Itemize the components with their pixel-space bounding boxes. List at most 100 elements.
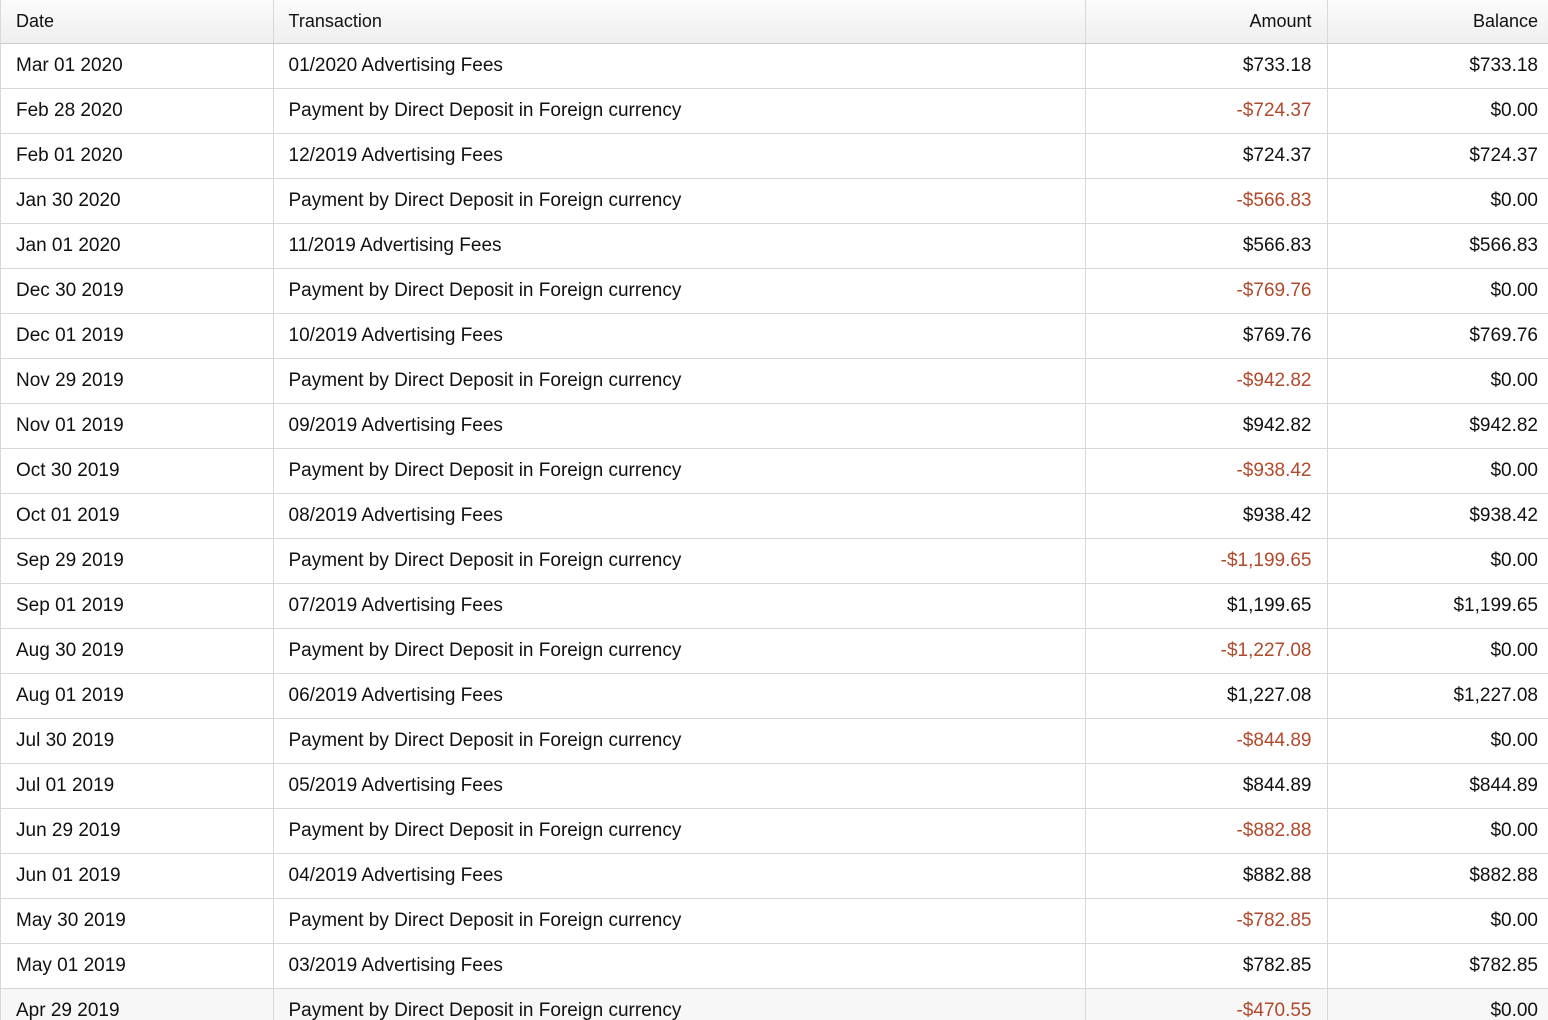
- date-cell: Jun 01 2019: [1, 853, 274, 899]
- balance-cell: $938.42: [1327, 493, 1548, 539]
- amount-cell: -$1,227.08: [1085, 628, 1328, 674]
- column-header-balance[interactable]: Balance: [1327, 0, 1548, 44]
- date-cell: Jun 29 2019: [1, 808, 274, 854]
- balance-cell: $844.89: [1327, 763, 1548, 809]
- amount-cell: -$724.37: [1085, 88, 1328, 134]
- date-cell: Dec 01 2019: [1, 313, 274, 359]
- transaction-cell: Payment by Direct Deposit in Foreign cur…: [273, 718, 1086, 764]
- balance-cell: $0.00: [1327, 88, 1548, 134]
- amount-cell: -$882.88: [1085, 808, 1328, 854]
- balance-cell: $0.00: [1327, 448, 1548, 494]
- date-cell: May 01 2019: [1, 943, 274, 989]
- date-cell: Oct 30 2019: [1, 448, 274, 494]
- table-row: Sep 01 2019 07/2019 Advertising Fees $1,19…: [1, 583, 1548, 629]
- amount-cell: $566.83: [1085, 223, 1328, 269]
- balance-cell: $882.88: [1327, 853, 1548, 899]
- balance-cell: $0.00: [1327, 898, 1548, 944]
- amount-cell: -$782.85: [1085, 898, 1328, 944]
- amount-cell: -$844.89: [1085, 718, 1328, 764]
- transaction-cell: Payment by Direct Deposit in Foreign cur…: [273, 808, 1086, 854]
- balance-cell: $1,227.08: [1327, 673, 1548, 719]
- date-cell: Jul 01 2019: [1, 763, 274, 809]
- date-cell: Jul 30 2019: [1, 718, 274, 764]
- amount-cell: $1,227.08: [1085, 673, 1328, 719]
- table-row: Feb 01 2020 12/2019 Advertising Fees $724.…: [1, 133, 1548, 179]
- table-row: Jul 01 2019 05/2019 Advertising Fees $844.…: [1, 763, 1548, 809]
- date-cell: Mar 01 2020: [1, 43, 274, 89]
- table-row: Jul 30 2019 Payment by Direct Deposit in …: [1, 718, 1548, 764]
- transaction-cell: 01/2020 Advertising Fees: [273, 43, 1086, 89]
- column-header-transaction[interactable]: Transaction: [273, 0, 1086, 44]
- table-row: Aug 01 2019 06/2019 Advertising Fees $1,22…: [1, 673, 1548, 719]
- table-row: Jun 29 2019 Payment by Direct Deposit in …: [1, 808, 1548, 854]
- date-cell: Feb 01 2020: [1, 133, 274, 179]
- date-cell: Jan 30 2020: [1, 178, 274, 224]
- amount-cell: $1,199.65: [1085, 583, 1328, 629]
- amount-cell: $844.89: [1085, 763, 1328, 809]
- date-cell: Sep 01 2019: [1, 583, 274, 629]
- header-row: Date Transaction Amount Balance: [1, 0, 1548, 44]
- transaction-cell: 12/2019 Advertising Fees: [273, 133, 1086, 179]
- amount-cell: $782.85: [1085, 943, 1328, 989]
- transaction-cell: 03/2019 Advertising Fees: [273, 943, 1086, 989]
- table-row: May 01 2019 03/2019 Advertising Fees $782.…: [1, 943, 1548, 989]
- transaction-cell: Payment by Direct Deposit in Foreign cur…: [273, 538, 1086, 584]
- date-cell: Nov 29 2019: [1, 358, 274, 404]
- balance-cell: $0.00: [1327, 808, 1548, 854]
- transaction-cell: Payment by Direct Deposit in Foreign cur…: [273, 898, 1086, 944]
- date-cell: Sep 29 2019: [1, 538, 274, 584]
- transaction-cell: Payment by Direct Deposit in Foreign cur…: [273, 268, 1086, 314]
- transaction-cell: 06/2019 Advertising Fees: [273, 673, 1086, 719]
- amount-cell: -$1,199.65: [1085, 538, 1328, 584]
- table-row: May 30 2019 Payment by Direct Deposit in …: [1, 898, 1548, 944]
- transaction-cell: 11/2019 Advertising Fees: [273, 223, 1086, 269]
- balance-cell: $0.00: [1327, 178, 1548, 224]
- date-cell: Dec 30 2019: [1, 268, 274, 314]
- table-row: Nov 29 2019 Payment by Direct Deposit in …: [1, 358, 1548, 404]
- transaction-cell: Payment by Direct Deposit in Foreign cur…: [273, 88, 1086, 134]
- amount-cell: $942.82: [1085, 403, 1328, 449]
- amount-cell: -$942.82: [1085, 358, 1328, 404]
- transaction-cell: Payment by Direct Deposit in Foreign cur…: [273, 628, 1086, 674]
- balance-cell: $724.37: [1327, 133, 1548, 179]
- amount-cell: -$769.76: [1085, 268, 1328, 314]
- transaction-cell: Payment by Direct Deposit in Foreign cur…: [273, 178, 1086, 224]
- table-row: Dec 30 2019 Payment by Direct Deposit in …: [1, 268, 1548, 314]
- column-header-amount[interactable]: Amount: [1085, 0, 1328, 44]
- transaction-cell: Payment by Direct Deposit in Foreign cur…: [273, 358, 1086, 404]
- amount-cell: $724.37: [1085, 133, 1328, 179]
- balance-cell: $0.00: [1327, 718, 1548, 764]
- amount-cell: $882.88: [1085, 853, 1328, 899]
- balance-cell: $942.82: [1327, 403, 1548, 449]
- balance-cell: $733.18: [1327, 43, 1548, 89]
- balance-cell: $566.83: [1327, 223, 1548, 269]
- table-row: Sep 29 2019 Payment by Direct Deposit in …: [1, 538, 1548, 584]
- transaction-cell: 05/2019 Advertising Fees: [273, 763, 1086, 809]
- transaction-cell: 04/2019 Advertising Fees: [273, 853, 1086, 899]
- amount-cell: -$566.83: [1085, 178, 1328, 224]
- table-row: Jan 01 2020 11/2019 Advertising Fees $566.…: [1, 223, 1548, 269]
- transaction-cell: Payment by Direct Deposit in Foreign cur…: [273, 448, 1086, 494]
- table-row: Apr 29 2019 Payment by Direct Deposit in …: [1, 988, 1548, 1020]
- date-cell: Apr 29 2019: [1, 988, 274, 1020]
- transactions-table-container: Date Transaction Amount Balance Mar 01 2…: [0, 0, 1548, 1020]
- balance-cell: $0.00: [1327, 268, 1548, 314]
- table-row: Feb 28 2020 Payment by Direct Deposit in …: [1, 88, 1548, 134]
- transaction-cell: 09/2019 Advertising Fees: [273, 403, 1086, 449]
- amount-cell: $769.76: [1085, 313, 1328, 359]
- table-body: Mar 01 2020 01/2020 Advertising Fees $733.…: [1, 43, 1548, 1020]
- column-header-date[interactable]: Date: [1, 0, 274, 44]
- transaction-cell: Payment by Direct Deposit in Foreign cur…: [273, 988, 1086, 1020]
- date-cell: May 30 2019: [1, 898, 274, 944]
- date-cell: Aug 01 2019: [1, 673, 274, 719]
- amount-cell: -$470.55: [1085, 988, 1328, 1020]
- amount-cell: $938.42: [1085, 493, 1328, 539]
- table-row: Aug 30 2019 Payment by Direct Deposit in …: [1, 628, 1548, 674]
- balance-cell: $769.76: [1327, 313, 1548, 359]
- date-cell: Feb 28 2020: [1, 88, 274, 134]
- date-cell: Aug 30 2019: [1, 628, 274, 674]
- table-row: Nov 01 2019 09/2019 Advertising Fees $942.…: [1, 403, 1548, 449]
- table-row: Jun 01 2019 04/2019 Advertising Fees $882.…: [1, 853, 1548, 899]
- balance-cell: $0.00: [1327, 538, 1548, 584]
- table-row: Oct 01 2019 08/2019 Advertising Fees $938.…: [1, 493, 1548, 539]
